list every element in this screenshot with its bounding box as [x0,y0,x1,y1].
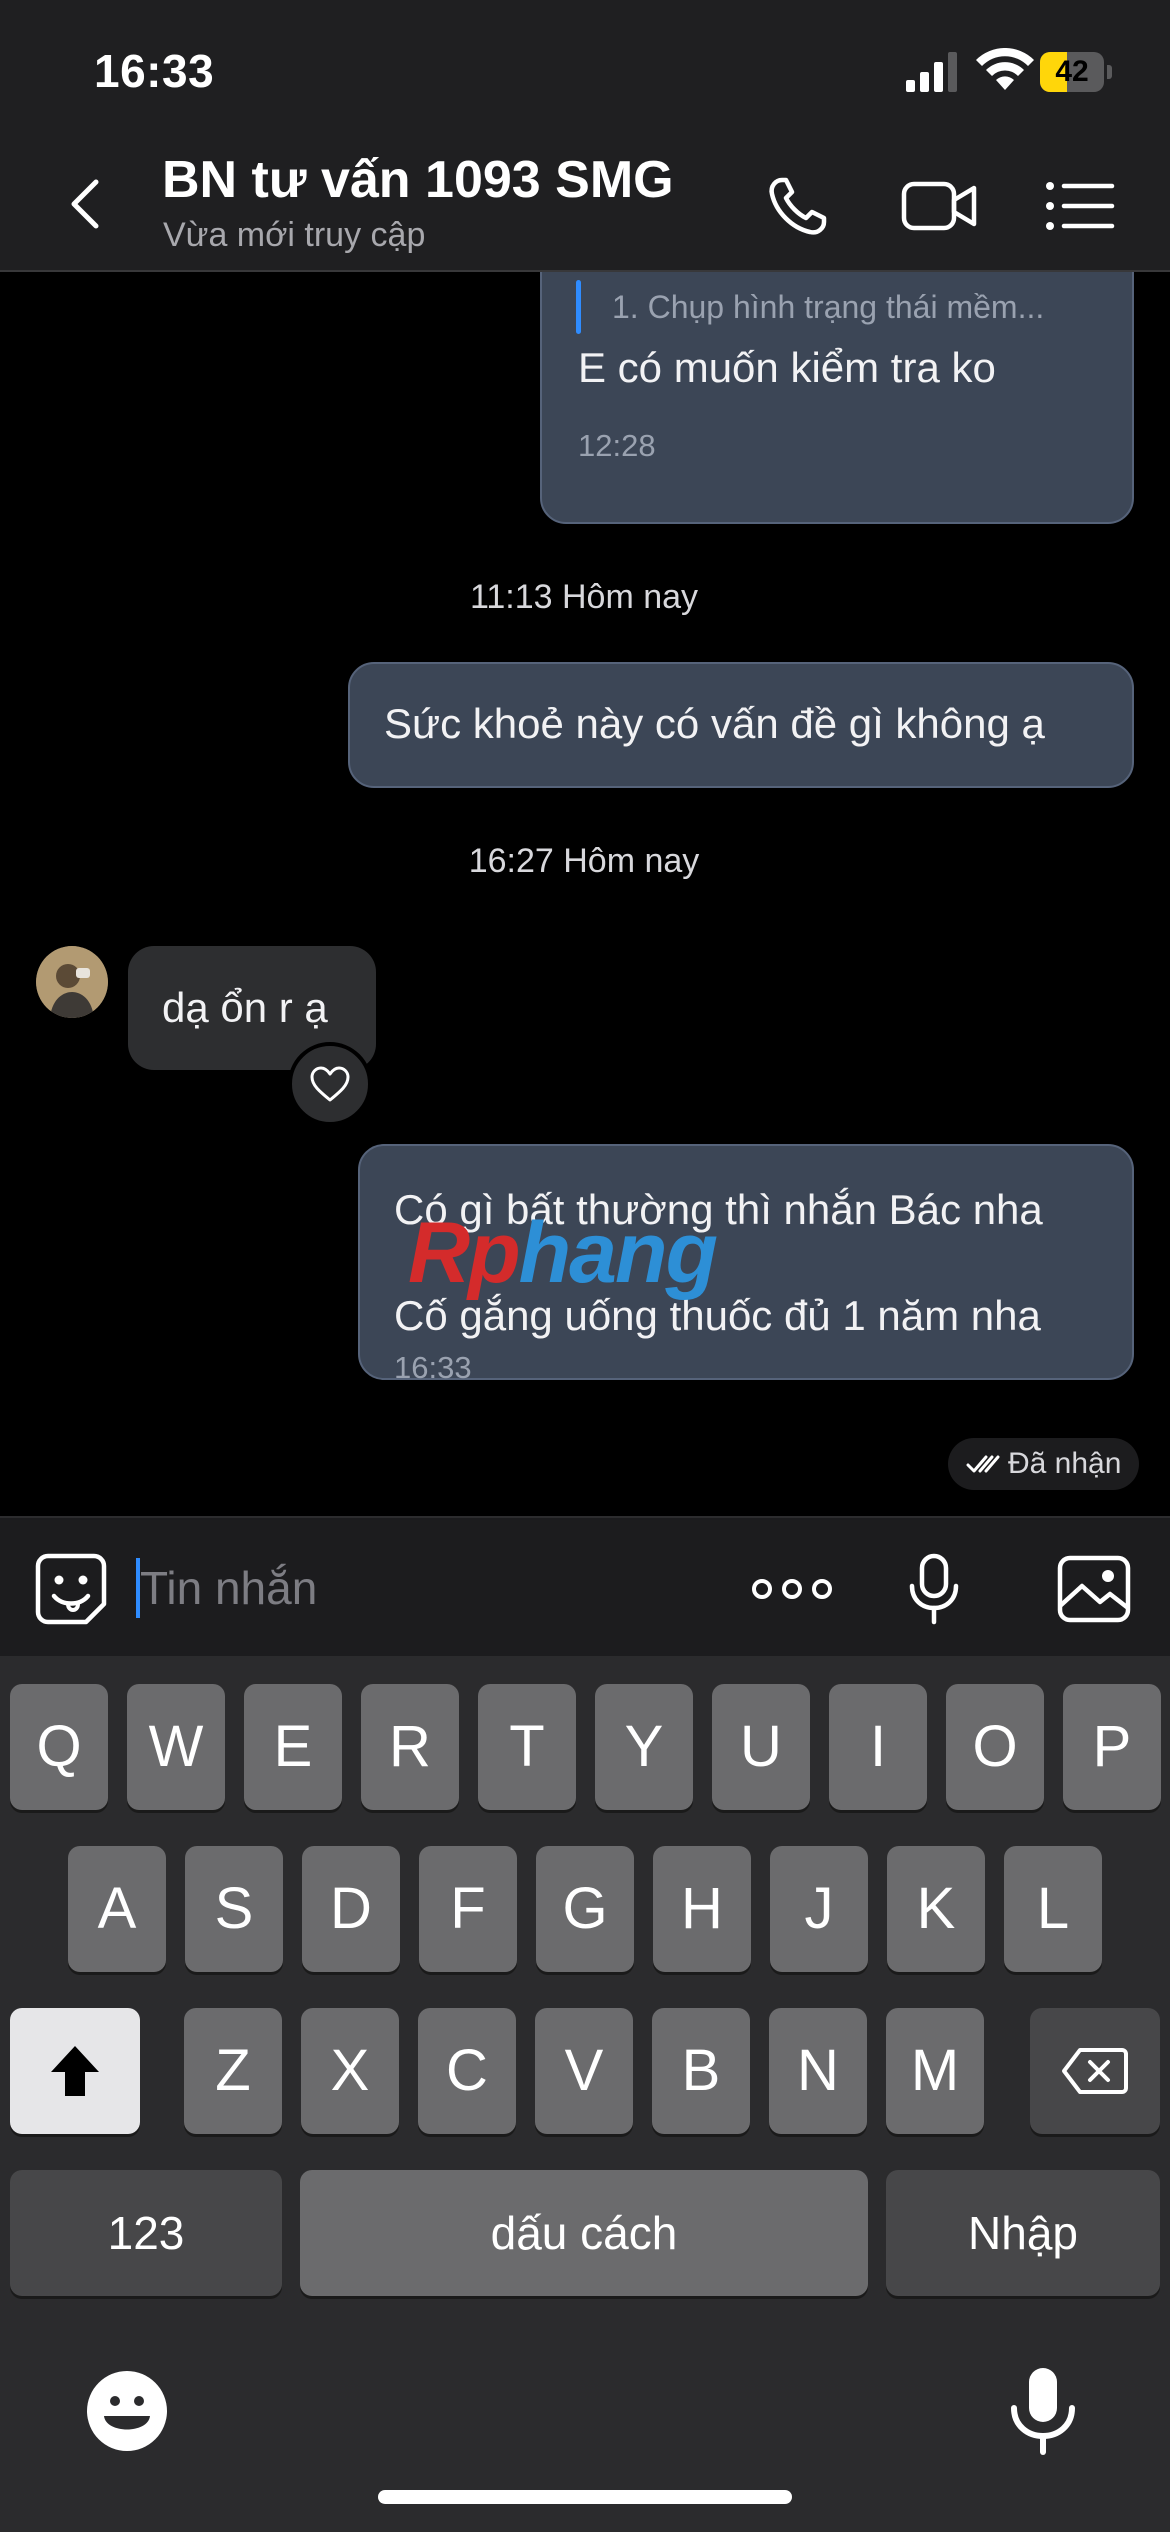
battery-percent: 42 [1055,55,1089,88]
emoji-icon[interactable] [86,2370,168,2452]
enter-key[interactable]: Nhập [886,2170,1160,2296]
key-s[interactable]: S [185,1846,283,1972]
message-text: Sức khoẻ này có vấn đề gì không ạ [384,700,1045,747]
keyboard: QWERTYUIOP ASDFGHJKL ZXCVBNM 123 dấu các… [0,1656,1170,2532]
key-f[interactable]: F [419,1846,517,1972]
message-input[interactable]: Tin nhắn [136,1554,696,1622]
key-n[interactable]: N [769,2008,867,2134]
cellular-signal-icon [906,52,957,92]
key-x[interactable]: X [301,2008,399,2134]
date-separator: 11:13 Hôm nay [469,578,699,616]
message-text: E có muốn kiểm tra ko [578,344,996,391]
avatar[interactable] [36,946,108,1018]
backspace-key[interactable] [1030,2008,1160,2134]
key-b[interactable]: B [652,2008,750,2134]
numbers-key[interactable]: 123 [10,2170,282,2296]
status-bar: 16:33 42 [0,0,1170,140]
key-t[interactable]: T [478,1684,576,1810]
composer-bar: Tin nhắn [0,1516,1170,1656]
home-indicator[interactable] [378,2490,792,2504]
key-e[interactable]: E [244,1684,342,1810]
outgoing-message[interactable]: 1. Chụp hình trạng thái mềm... E có muốn… [540,272,1134,524]
menu-list-icon[interactable] [1040,170,1120,242]
shift-icon [51,2046,99,2096]
delivery-status: Đã nhận [948,1438,1140,1490]
phone-icon[interactable] [760,170,840,242]
quoted-message-preview[interactable]: 1. Chụp hình trạng thái mềm... [612,289,1044,326]
double-check-icon [966,1455,1000,1473]
space-key[interactable]: dấu cách [300,2170,868,2296]
wifi-icon [976,48,1034,90]
last-seen-status: Vừa mới truy cập [163,216,426,254]
message-time: 12:28 [578,428,656,463]
key-i[interactable]: I [829,1684,927,1810]
key-m[interactable]: M [886,2008,984,2134]
conversation-title[interactable]: BN tư vấn 1093 SMG [162,150,674,210]
key-z[interactable]: Z [184,2008,282,2134]
key-d[interactable]: D [302,1846,400,1972]
watermark-logo: Rphang [408,1205,718,1301]
back-chevron-icon[interactable] [56,168,120,240]
status-time: 16:33 [94,45,215,97]
shift-key[interactable] [10,2008,140,2134]
backspace-icon [1062,2048,1128,2094]
key-y[interactable]: Y [595,1684,693,1810]
key-w[interactable]: W [127,1684,225,1810]
key-k[interactable]: K [887,1846,985,1972]
key-v[interactable]: V [535,2008,633,2134]
key-o[interactable]: O [946,1684,1044,1810]
video-camera-icon[interactable] [900,170,980,242]
dictation-mic-icon[interactable] [1008,2364,1078,2458]
key-a[interactable]: A [68,1846,166,1972]
react-heart-button[interactable] [288,1042,372,1126]
key-r[interactable]: R [361,1684,459,1810]
key-u[interactable]: U [712,1684,810,1810]
microphone-icon[interactable] [906,1552,962,1626]
battery-indicator: 42 [1040,52,1112,92]
key-h[interactable]: H [653,1846,751,1972]
key-c[interactable]: C [418,2008,516,2134]
heart-icon [310,1066,350,1102]
key-p[interactable]: P [1063,1684,1161,1810]
key-l[interactable]: L [1004,1846,1102,1972]
image-icon[interactable] [1056,1552,1132,1626]
message-time: 16:33 [394,1350,472,1385]
key-q[interactable]: Q [10,1684,108,1810]
message-text: dạ ổn r ạ [162,984,328,1031]
message-list[interactable]: 1. Chụp hình trạng thái mềm... E có muốn… [0,272,1170,1516]
key-j[interactable]: J [770,1846,868,1972]
key-g[interactable]: G [536,1846,634,1972]
date-separator: 16:27 Hôm nay [468,842,700,880]
chat-header: BN tư vấn 1093 SMG Vừa mới truy cập [0,140,1170,272]
outgoing-message[interactable]: Sức khoẻ này có vấn đề gì không ạ [348,662,1134,788]
sticker-icon[interactable] [34,1552,108,1626]
more-icon[interactable] [750,1552,834,1626]
